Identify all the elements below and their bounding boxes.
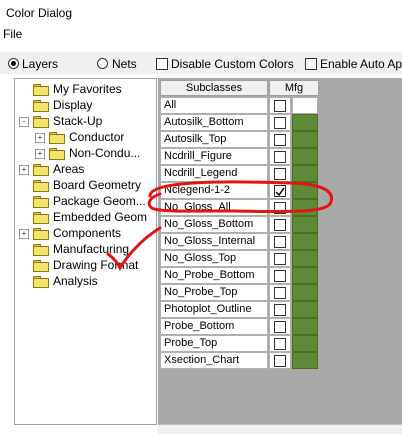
red-circle-annotation bbox=[147, 180, 334, 214]
annotation-overlay bbox=[106, 180, 334, 272]
red-check-annotation bbox=[106, 226, 162, 272]
